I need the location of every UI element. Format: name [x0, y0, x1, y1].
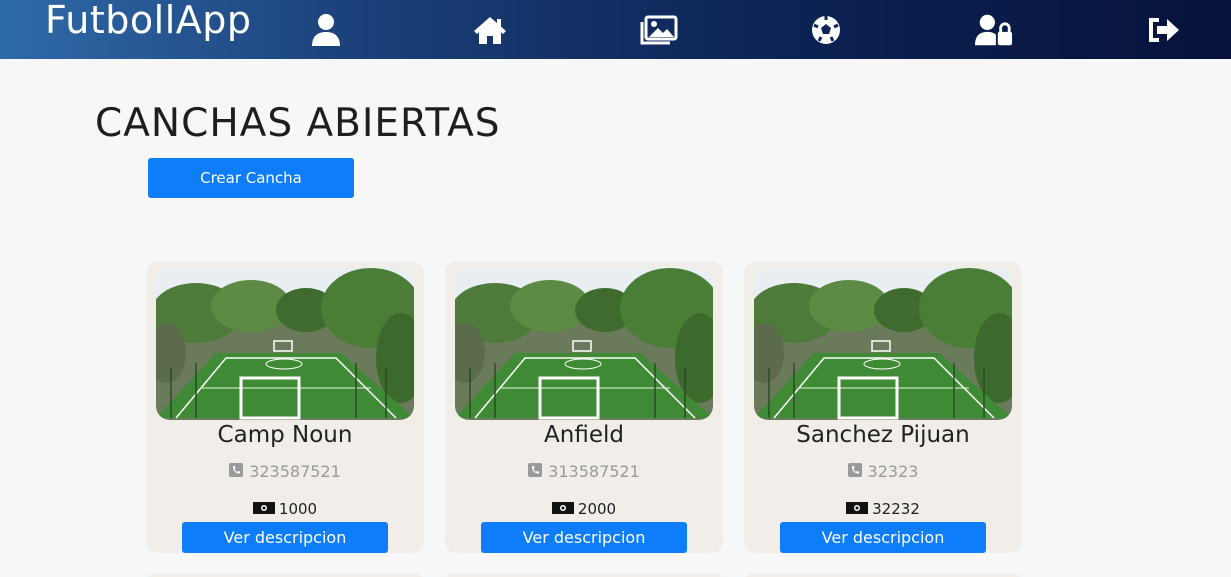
phone-icon — [847, 462, 862, 481]
card-price: 1000 — [146, 500, 424, 518]
app-brand[interactable]: FutbollApp — [45, 0, 252, 42]
money-icon — [846, 500, 869, 518]
card-price: 32232 — [744, 500, 1022, 518]
price-value: 1000 — [278, 500, 318, 518]
money-icon — [252, 500, 275, 518]
field-image — [156, 268, 414, 420]
home-icon[interactable] — [471, 11, 509, 49]
phone-icon — [528, 462, 543, 481]
card-phone: 323587521 — [146, 462, 424, 481]
phone-number: 32323 — [867, 462, 919, 481]
price-value: 32232 — [872, 500, 920, 518]
user-lock-icon[interactable] — [975, 11, 1013, 49]
sign-out-icon[interactable] — [1145, 11, 1183, 49]
phone-number: 323587521 — [249, 462, 341, 481]
card-name: Camp Noun — [217, 422, 353, 448]
card-name: Sanchez Pijuan — [796, 422, 970, 448]
cancha-card-next-row — [445, 573, 723, 577]
phone-icon — [229, 462, 244, 481]
field-image — [455, 268, 713, 420]
phone-number: 313587521 — [548, 462, 640, 481]
user-icon[interactable] — [307, 11, 345, 49]
field-image — [754, 268, 1012, 420]
cancha-card-next-row — [744, 573, 1022, 577]
cancha-card: Sanchez Pijuan 32323 32232 Ver descripci… — [744, 261, 1022, 553]
gallery-icon[interactable] — [640, 11, 678, 49]
ver-descripcion-button[interactable]: Ver descripcion — [481, 522, 687, 553]
page-title: CANCHAS ABIERTAS — [95, 101, 501, 146]
soccer-ball-icon[interactable] — [807, 11, 845, 49]
cancha-card: Anfield 313587521 2000 Ver descripcion — [445, 261, 723, 553]
money-icon — [551, 500, 574, 518]
ver-descripcion-button[interactable]: Ver descripcion — [780, 522, 986, 553]
create-cancha-button[interactable]: Crear Cancha — [148, 158, 354, 198]
ver-descripcion-button[interactable]: Ver descripcion — [182, 522, 388, 553]
cancha-card: Camp Noun 323587521 1000 Ver descripcion — [146, 261, 424, 553]
card-phone: 313587521 — [445, 462, 723, 481]
top-navbar: FutbollApp — [0, 0, 1231, 59]
card-name: Anfield — [544, 422, 624, 448]
cancha-card-next-row — [146, 573, 424, 577]
card-phone: 32323 — [744, 462, 1022, 481]
card-price: 2000 — [445, 500, 723, 518]
price-value: 2000 — [577, 500, 617, 518]
